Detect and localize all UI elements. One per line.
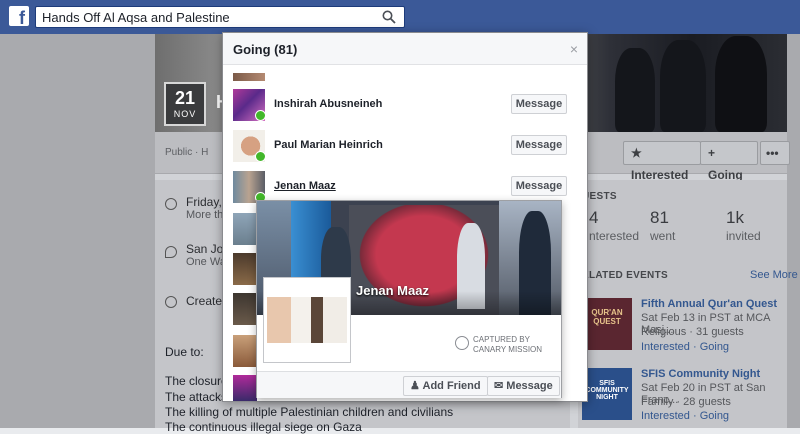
related-event-thumbnail[interactable]: SFIS COMMUNITY NIGHT <box>582 368 632 420</box>
event-created-by: Create <box>186 294 223 308</box>
person-name[interactable]: Paul Marian Heinrich <box>274 139 383 151</box>
interested-button[interactable]: ★ Interested <box>623 141 701 182</box>
dialog-header: Going (81) × <box>223 33 587 65</box>
event-date-day: 21 <box>174 88 196 108</box>
event-location-line: San Jo <box>186 242 224 256</box>
add-person-icon: ♟ <box>410 380 423 392</box>
location-pin-icon <box>165 246 177 258</box>
check-icon <box>255 110 266 121</box>
related-event-actions[interactable]: Interested · Going <box>641 341 729 353</box>
guests-went-count[interactable]: 81 <box>650 208 669 228</box>
list-item: Inshirah Abusneineh Message <box>233 89 573 123</box>
message-button[interactable]: Message <box>511 176 567 196</box>
dialog-title: Going (81) <box>233 42 298 57</box>
message-button[interactable]: ✉ Message <box>487 376 560 396</box>
related-event-actions[interactable]: Interested · Going <box>641 410 729 422</box>
search-input[interactable]: Hands Off Al Aqsa and Palestine <box>35 6 405 28</box>
search-query-text: Hands Off Al Aqsa and Palestine <box>42 10 230 25</box>
description-line: The continuous illegal siege on Gaza <box>165 420 362 434</box>
avatar[interactable] <box>233 213 257 245</box>
message-icon: ✉ <box>494 380 507 392</box>
event-date-subline: More th <box>186 209 224 221</box>
message-button[interactable]: Message <box>511 135 567 155</box>
guests-went-label: went <box>650 229 676 243</box>
guests-interested-label: nterested <box>589 229 640 243</box>
hovercard-footer: ♟ Add Friend ✉ Message <box>257 371 561 398</box>
canary-logo-icon <box>455 336 469 350</box>
list-item: Paul Marian Heinrich Message <box>233 130 573 164</box>
description-line: The killing of multiple Palestinian chil… <box>165 405 454 419</box>
description-line: The closure <box>165 374 228 388</box>
guests-invited-count[interactable]: 1k <box>726 208 744 228</box>
related-events-heading: ELATED EVENTS <box>582 270 668 281</box>
person-name[interactable]: Jenan Maaz <box>274 180 336 192</box>
event-location-subline: One Wa <box>186 256 226 268</box>
people-icon <box>165 296 177 308</box>
hovercard-profile-picture[interactable] <box>263 277 351 363</box>
event-date-badge: 21 NOV <box>164 82 206 126</box>
hovercard-name[interactable]: Jenan Maaz <box>356 283 429 298</box>
clock-icon <box>165 198 177 210</box>
left-gutter <box>0 34 155 428</box>
avatar[interactable] <box>233 293 257 325</box>
event-location-detail[interactable]: San Jo One Wa <box>186 242 226 268</box>
related-event-meta: Family · 28 guests <box>641 396 731 408</box>
guests-invited-label: invited <box>726 229 761 243</box>
related-event-thumbnail[interactable]: QUR'AN QUEST <box>582 298 632 350</box>
plus-icon: + <box>708 146 716 160</box>
event-date-month: NOV <box>173 109 197 119</box>
add-friend-button[interactable]: ♟ Add Friend <box>403 376 488 396</box>
check-icon <box>255 151 266 162</box>
close-icon[interactable]: × <box>570 41 578 57</box>
person-name[interactable]: Inshirah Abusneineh <box>274 98 382 110</box>
facebook-logo-icon[interactable]: f <box>9 6 29 26</box>
avatar[interactable] <box>233 253 257 285</box>
message-button[interactable]: Message <box>511 94 567 114</box>
event-date-detail: Friday, More th <box>186 195 223 221</box>
profile-hovercard: Jenan Maaz CAPTURED BY CANARY MISSION ♟ … <box>256 200 562 398</box>
top-navigation-bar: f Hands Off Al Aqsa and Palestine <box>0 0 800 34</box>
related-event-meta: Religious · 31 guests <box>641 326 744 338</box>
avatar[interactable] <box>233 375 257 401</box>
description-intro: Due to: <box>165 345 204 359</box>
right-gutter <box>787 34 800 428</box>
search-icon[interactable] <box>382 10 396 24</box>
related-event-title[interactable]: Fifth Annual Qur'an Quest <box>641 298 777 310</box>
description-line: The attacks <box>165 390 228 404</box>
see-more-link[interactable]: See More <box>750 269 798 281</box>
hovercard-caption: CAPTURED BY CANARY MISSION <box>473 335 543 354</box>
going-button[interactable]: + Going <box>700 141 758 182</box>
avatar[interactable] <box>233 335 257 367</box>
event-date-line: Friday, <box>186 195 222 209</box>
list-item-avatar-partial <box>233 73 265 81</box>
event-privacy-label: Public · H <box>165 147 209 158</box>
star-icon: ★ <box>631 146 642 160</box>
related-event-title[interactable]: SFIS Community Night <box>641 368 760 380</box>
more-options-button[interactable]: ••• <box>760 141 790 165</box>
guests-interested-count[interactable]: 4 <box>589 208 598 228</box>
